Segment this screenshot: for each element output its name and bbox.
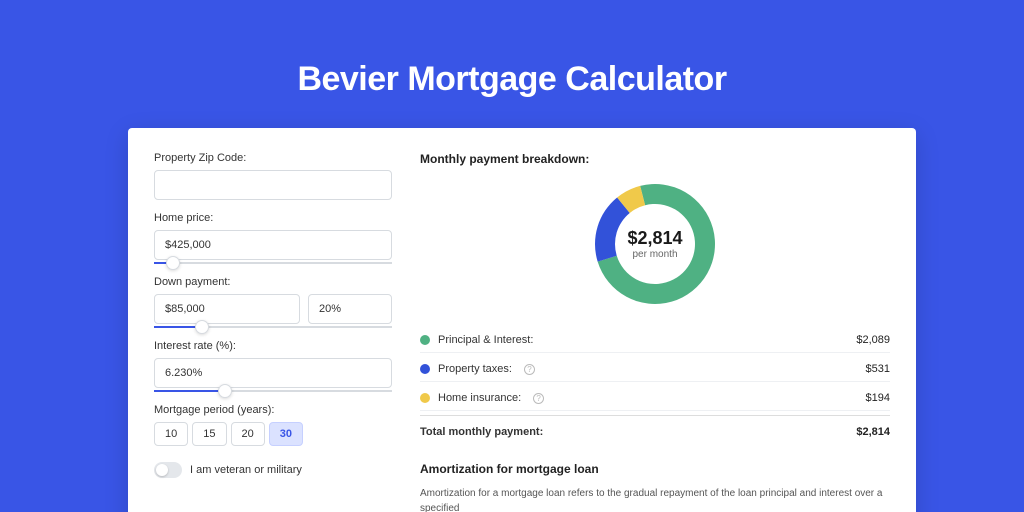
home-price-input[interactable]: $425,000	[154, 230, 392, 260]
home-price-label: Home price:	[154, 212, 392, 224]
down-payment-amount-input[interactable]: $85,000	[154, 294, 300, 324]
toggle-knob	[156, 464, 168, 476]
veteran-toggle[interactable]	[154, 462, 182, 478]
page-title: Bevier Mortgage Calculator	[0, 0, 1024, 99]
legend-dot	[420, 393, 430, 403]
zip-input[interactable]	[154, 170, 392, 200]
legend-total-amount: $2,814	[856, 426, 890, 438]
legend-total-label: Total monthly payment:	[420, 426, 543, 438]
home-price-field: Home price: $425,000	[154, 212, 392, 264]
legend-dot	[420, 335, 430, 345]
interest-rate-input[interactable]: 6.230%	[154, 358, 392, 388]
donut-sub: per month	[627, 249, 682, 260]
period-option-30[interactable]: 30	[269, 422, 303, 446]
veteran-label: I am veteran or military	[190, 464, 302, 476]
interest-rate-slider[interactable]	[154, 390, 392, 392]
info-icon[interactable]: ?	[533, 393, 544, 404]
breakdown-title: Monthly payment breakdown:	[420, 152, 890, 166]
legend-dot	[420, 364, 430, 374]
down-payment-field: Down payment: $85,000 20%	[154, 276, 392, 328]
legend-amount: $194	[866, 392, 890, 404]
amortization-text: Amortization for a mortgage loan refers …	[420, 486, 890, 512]
veteran-field: I am veteran or military	[154, 462, 392, 478]
info-icon[interactable]: ?	[524, 364, 535, 375]
slider-thumb[interactable]	[166, 256, 180, 270]
legend: Principal & Interest: $2,089 Property taxe…	[420, 328, 890, 444]
calculator-card: Property Zip Code: Home price: $425,000 …	[128, 128, 916, 512]
period-option-20[interactable]: 20	[231, 422, 265, 446]
legend-label: Home insurance:	[438, 392, 521, 404]
legend-row: Property taxes:? $531	[420, 357, 890, 382]
donut-chart: $2,814 per month	[591, 180, 719, 308]
donut-chart-wrap: $2,814 per month	[420, 180, 890, 308]
donut-segment	[595, 197, 630, 261]
down-payment-label: Down payment:	[154, 276, 392, 288]
legend-row: Home insurance:? $194	[420, 386, 890, 411]
legend-label: Principal & Interest:	[438, 334, 533, 346]
mortgage-period-field: Mortgage period (years): 10152030	[154, 404, 392, 446]
legend-amount: $2,089	[856, 334, 890, 346]
home-price-slider[interactable]	[154, 262, 392, 264]
legend-row: Principal & Interest: $2,089	[420, 328, 890, 353]
donut-amount: $2,814	[627, 228, 682, 249]
slider-thumb[interactable]	[195, 320, 209, 334]
amortization-title: Amortization for mortgage loan	[420, 462, 890, 476]
mortgage-period-label: Mortgage period (years):	[154, 404, 392, 416]
donut-center: $2,814 per month	[627, 228, 682, 260]
period-option-15[interactable]: 15	[192, 422, 226, 446]
slider-thumb[interactable]	[218, 384, 232, 398]
period-option-10[interactable]: 10	[154, 422, 188, 446]
interest-rate-field: Interest rate (%): 6.230%	[154, 340, 392, 392]
zip-field: Property Zip Code:	[154, 152, 392, 200]
interest-rate-label: Interest rate (%):	[154, 340, 392, 352]
page-background: Bevier Mortgage Calculator Property Zip …	[0, 0, 1024, 512]
zip-label: Property Zip Code:	[154, 152, 392, 164]
mortgage-period-group: 10152030	[154, 422, 392, 446]
form-column: Property Zip Code: Home price: $425,000 …	[154, 152, 392, 504]
breakdown-column: Monthly payment breakdown: $2,814 per mo…	[420, 152, 890, 504]
legend-label: Property taxes:	[438, 363, 512, 375]
down-payment-percent-input[interactable]: 20%	[308, 294, 392, 324]
slider-fill	[154, 390, 225, 392]
down-payment-slider[interactable]	[154, 326, 392, 328]
legend-amount: $531	[866, 363, 890, 375]
legend-total-row: Total monthly payment: $2,814	[420, 415, 890, 444]
